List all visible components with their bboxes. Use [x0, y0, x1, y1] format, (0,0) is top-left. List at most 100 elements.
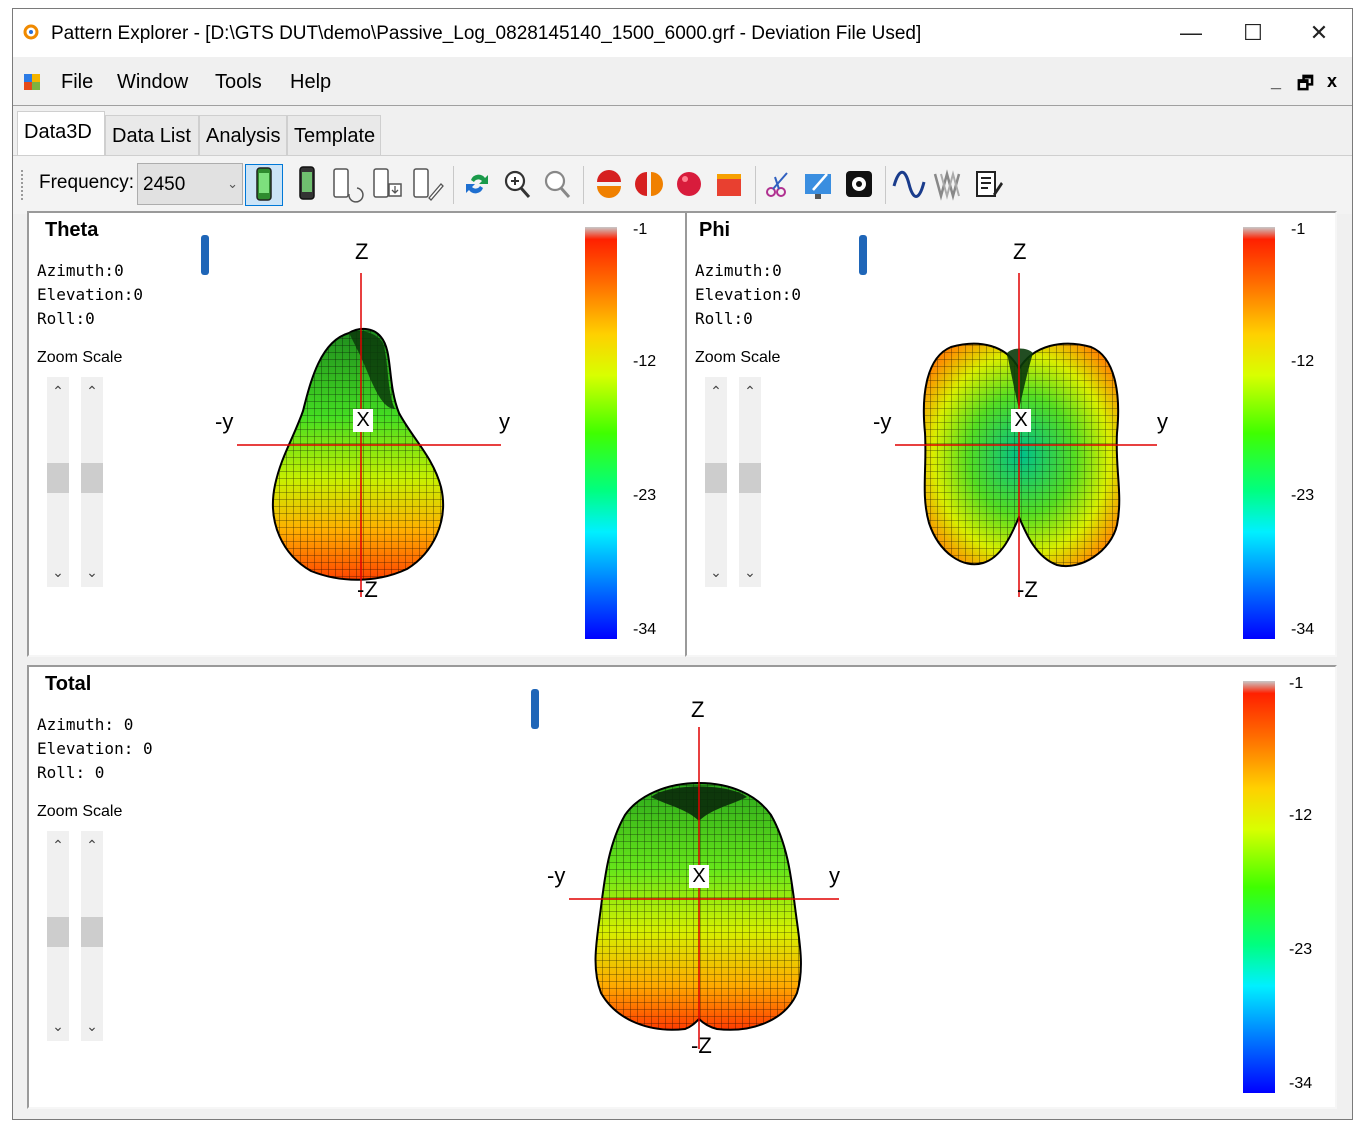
- rotate-icon[interactable]: [459, 164, 497, 206]
- axis-z-label: Z: [1013, 239, 1027, 264]
- slider-thumb[interactable]: [739, 463, 761, 493]
- chevron-down-icon: ⌄: [227, 176, 238, 191]
- axis-x-label: X: [689, 865, 709, 888]
- theta-panel[interactable]: Theta Azimuth:0 Elevation:0 Roll:0 Zoom …: [27, 211, 689, 657]
- chevron-up-icon[interactable]: ⌃: [81, 383, 103, 400]
- chevron-up-icon[interactable]: ⌃: [47, 383, 69, 400]
- box-icon[interactable]: [711, 164, 749, 206]
- axis-neg-z-label: -Z: [1017, 577, 1038, 602]
- colorbar-tick: -1: [1289, 675, 1304, 692]
- tab-data-list[interactable]: Data List: [105, 115, 199, 155]
- zoom-slider-right[interactable]: ⌃ ⌄: [81, 377, 103, 587]
- colorbar-tick: -23: [1291, 487, 1315, 504]
- roll-readout: Roll:0: [695, 309, 753, 328]
- maximize-button[interactable]: ☐: [1223, 15, 1283, 51]
- frequency-select[interactable]: 2450 ⌄: [137, 163, 243, 205]
- menu-tools[interactable]: Tools: [215, 71, 262, 94]
- tab-template[interactable]: Template: [287, 115, 381, 155]
- menu-window[interactable]: Window: [117, 71, 188, 94]
- chevron-up-icon[interactable]: ⌃: [705, 383, 727, 400]
- chevron-up-icon[interactable]: ⌃: [81, 837, 103, 854]
- notes-icon[interactable]: [971, 164, 1009, 206]
- split-sphere-icon[interactable]: [631, 164, 669, 206]
- zoom-slider-left[interactable]: ⌃ ⌄: [47, 377, 69, 587]
- colorbar-tick: -34: [1289, 1075, 1313, 1092]
- chevron-down-icon[interactable]: ⌄: [705, 564, 727, 581]
- slider-thumb[interactable]: [47, 463, 69, 493]
- phone-edit-icon[interactable]: [409, 164, 447, 206]
- slider-thumb[interactable]: [705, 463, 727, 493]
- mdi-minimize-button[interactable]: _: [1271, 71, 1281, 92]
- chevron-down-icon[interactable]: ⌄: [47, 564, 69, 581]
- toolbar-separator: [755, 166, 756, 204]
- zoom-in-icon[interactable]: [499, 164, 537, 206]
- panel-title: Phi: [699, 219, 731, 241]
- close-button[interactable]: ✕: [1289, 15, 1349, 51]
- zoom-scale-label: Zoom Scale: [695, 349, 781, 366]
- elevation-readout: Elevation:0: [695, 285, 801, 304]
- app-logo-icon: [23, 24, 39, 40]
- chevron-down-icon[interactable]: ⌄: [81, 564, 103, 581]
- toolbar-separator: [583, 166, 584, 204]
- monitor-tool-icon[interactable]: [801, 164, 839, 206]
- app-window: Pattern Explorer - [D:\GTS DUT\demo\Pass…: [12, 8, 1353, 1120]
- colorbar-tick: -34: [633, 621, 657, 638]
- multi-wave-icon[interactable]: [931, 164, 969, 206]
- minimize-button[interactable]: —: [1161, 15, 1221, 51]
- zoom-slider-left[interactable]: ⌃ ⌄: [705, 377, 727, 587]
- phone-dark-icon[interactable]: [289, 164, 327, 206]
- phi-panel[interactable]: Phi Azimuth:0 Elevation:0 Roll:0 Zoom Sc…: [685, 211, 1337, 657]
- device-orientation-icon: [859, 235, 867, 275]
- half-sphere-icon[interactable]: [591, 164, 629, 206]
- mdi-restore-button[interactable]: 🗗: [1297, 71, 1314, 101]
- mdi-window-icon[interactable]: [23, 73, 41, 91]
- slider-thumb[interactable]: [81, 463, 103, 493]
- roll-readout: Roll: 0: [37, 763, 105, 782]
- phone-rotate-icon[interactable]: [329, 164, 367, 206]
- toolbar-grip[interactable]: [21, 170, 27, 200]
- axis-neg-y-label: -y: [215, 409, 234, 434]
- phone-green-icon[interactable]: [245, 164, 283, 206]
- zoom-slider-right[interactable]: ⌃ ⌄: [739, 377, 761, 587]
- menu-help[interactable]: Help: [290, 71, 331, 94]
- colorbar-tick: -12: [1291, 353, 1315, 370]
- toolbar: Frequency: 2450 ⌄: [13, 155, 1352, 214]
- colorbar-tick: -1: [1291, 221, 1306, 238]
- chevron-down-icon[interactable]: ⌄: [81, 1018, 103, 1035]
- panel-title: Theta: [45, 219, 99, 241]
- tab-analysis[interactable]: Analysis: [199, 115, 287, 155]
- window-title: Pattern Explorer - [D:\GTS DUT\demo\Pass…: [51, 23, 922, 44]
- sphere-icon[interactable]: [671, 164, 709, 206]
- axis-y-label: y: [499, 409, 510, 434]
- zoom-out-icon[interactable]: [539, 164, 577, 206]
- panel-title: Total: [45, 673, 92, 695]
- zoom-slider-left[interactable]: ⌃ ⌄: [47, 831, 69, 1041]
- gear-icon[interactable]: [841, 164, 879, 206]
- total-panel[interactable]: Total Azimuth: 0 Elevation: 0 Roll: 0 Zo…: [27, 665, 1337, 1109]
- chevron-up-icon[interactable]: ⌃: [47, 837, 69, 854]
- mdi-close-button[interactable]: x: [1327, 71, 1337, 92]
- axis-neg-z-label: -Z: [357, 577, 378, 602]
- scissors-icon[interactable]: [761, 164, 799, 206]
- axis-neg-z-label: -Z: [691, 1033, 712, 1058]
- menu-file[interactable]: File: [61, 71, 93, 94]
- axis-x-label: X: [353, 409, 373, 432]
- sine-wave-icon[interactable]: [891, 164, 929, 206]
- colorbar-tick: -23: [633, 487, 657, 504]
- phone-download-icon[interactable]: [369, 164, 407, 206]
- colorbar-tick: -12: [1289, 807, 1313, 824]
- tab-data3d[interactable]: Data3D: [17, 111, 105, 157]
- chevron-down-icon[interactable]: ⌄: [47, 1018, 69, 1035]
- device-orientation-icon: [201, 235, 209, 275]
- menu-bar: File Window Tools Help _ 🗗 x: [13, 61, 1352, 106]
- slider-thumb[interactable]: [47, 917, 69, 947]
- azimuth-readout: Azimuth:0: [695, 261, 782, 280]
- chevron-down-icon[interactable]: ⌄: [739, 564, 761, 581]
- zoom-slider-right[interactable]: ⌃ ⌄: [81, 831, 103, 1041]
- chevron-up-icon[interactable]: ⌃: [739, 383, 761, 400]
- frequency-value: 2450: [143, 174, 186, 195]
- colorbar-tick: -34: [1291, 621, 1315, 638]
- slider-thumb[interactable]: [81, 917, 103, 947]
- title-bar: Pattern Explorer - [D:\GTS DUT\demo\Pass…: [13, 9, 1352, 57]
- colorbar-tick: -12: [633, 353, 657, 370]
